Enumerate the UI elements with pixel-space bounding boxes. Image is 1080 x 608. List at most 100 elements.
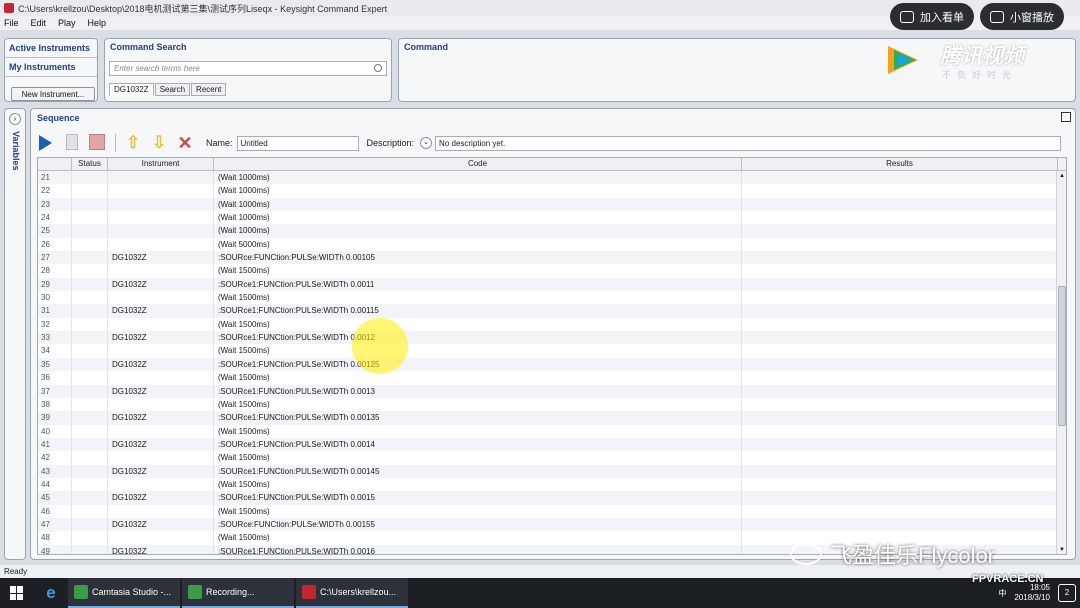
row-number: 36 <box>38 371 72 385</box>
row-status <box>72 544 108 554</box>
menu-file[interactable]: File <box>4 18 19 28</box>
vertical-scrollbar[interactable]: ▲ ▼ <box>1056 171 1066 554</box>
row-instrument: DG1032Z <box>108 491 214 505</box>
table-row[interactable]: 38 (Wait 1500ms) <box>38 397 1058 412</box>
table-row[interactable]: 25 (Wait 1000ms) <box>38 224 1058 238</box>
chevron-down-icon[interactable]: ⌄ <box>420 137 433 149</box>
table-row[interactable]: 44 (Wait 1500ms) <box>38 477 1058 492</box>
sequence-toolbar: ⇧ ⇩ ✕ Name: Untitled Description: ⌄ No d… <box>37 133 1062 153</box>
row-status <box>72 424 108 438</box>
table-row[interactable]: 46 (Wait 1500ms) <box>38 504 1058 518</box>
col-results[interactable]: Results <box>742 158 1058 170</box>
scroll-down-icon[interactable]: ▼ <box>1059 547 1065 553</box>
taskbar-item-command-expert[interactable]: C:\Users\krellzou... <box>296 578 408 608</box>
notification-icon[interactable]: 2 <box>1058 584 1076 602</box>
table-row[interactable]: 34 (Wait 1500ms) <box>38 344 1058 358</box>
row-code: (Wait 1000ms) <box>214 211 742 225</box>
delete-button[interactable]: ✕ <box>176 134 194 152</box>
table-row[interactable]: 36 (Wait 1500ms) <box>38 371 1058 385</box>
move-up-button[interactable]: ⇧ <box>124 134 142 152</box>
mini-player-label: 小窗播放 <box>1010 11 1054 24</box>
table-row[interactable]: 31 DG1032Z:SOURce1:FUNCtion:PULSe:WIDTh 0… <box>38 304 1058 318</box>
run-button[interactable] <box>37 134 55 152</box>
col-code[interactable]: Code <box>214 158 742 170</box>
scroll-thumb[interactable] <box>1058 286 1066 426</box>
row-number: 21 <box>38 171 72 185</box>
active-instruments-header[interactable]: Active Instruments <box>5 39 97 58</box>
row-code: (Wait 1000ms) <box>214 197 742 212</box>
add-to-list-button[interactable]: 加入看单 <box>890 3 974 30</box>
table-row[interactable]: 24 (Wait 1000ms) <box>38 211 1058 225</box>
taskbar-item-recording[interactable]: Recording... <box>182 578 294 608</box>
row-instrument <box>108 504 214 518</box>
table-row[interactable]: 26 (Wait 5000ms) <box>38 237 1058 252</box>
tab-search[interactable]: Search <box>154 83 191 96</box>
row-instrument <box>108 424 214 438</box>
table-row[interactable]: 43 DG1032Z:SOURce1:FUNCtion:PULSe:WIDTh 0… <box>38 464 1058 478</box>
table-row[interactable]: 32 (Wait 1500ms) <box>38 317 1058 332</box>
tab-dg1032z[interactable]: DG1032Z <box>109 83 154 96</box>
description-field[interactable]: No description yet. <box>435 135 1062 151</box>
mini-player-button[interactable]: 小窗播放 <box>980 3 1064 30</box>
row-number: 26 <box>38 237 72 252</box>
table-row[interactable]: 35 DG1032Z:SOURce1:FUNCtion:PULSe:WIDTh 0… <box>38 357 1058 372</box>
wechat-icon <box>790 543 822 565</box>
edge-icon[interactable]: e <box>34 583 68 603</box>
search-icon[interactable] <box>374 64 382 72</box>
play-icon <box>39 135 52 151</box>
expand-variables-icon[interactable]: › <box>9 113 21 125</box>
row-instrument <box>108 531 214 545</box>
table-row[interactable]: 22 (Wait 1000ms) <box>38 184 1058 198</box>
row-status <box>72 451 108 465</box>
table-row[interactable]: 47 DG1032Z:SOURce:FUNCtion:PULSe:WIDTh 0.… <box>38 517 1058 532</box>
table-row[interactable]: 41 DG1032Z:SOURce1:FUNCtion:PULSe:WIDTh 0… <box>38 437 1058 452</box>
row-status <box>72 411 108 425</box>
table-row[interactable]: 29 DG1032Z:SOURce1:FUNCtion:PULSe:WIDTh 0… <box>38 277 1058 292</box>
scroll-up-icon[interactable]: ▲ <box>1059 173 1065 179</box>
my-instruments-header[interactable]: My Instruments <box>5 58 97 77</box>
start-button[interactable] <box>0 578 34 608</box>
row-results <box>742 264 1058 278</box>
table-row[interactable]: 37 DG1032Z:SOURce1:FUNCtion:PULSe:WIDTh 0… <box>38 384 1058 398</box>
row-instrument: DG1032Z <box>108 384 214 398</box>
tab-recent[interactable]: Recent <box>191 83 227 96</box>
taskbar-item-camtasia[interactable]: Camtasia Studio -... <box>68 578 180 608</box>
new-instrument-button[interactable]: New Instrument... <box>11 87 95 101</box>
row-instrument: DG1032Z <box>108 357 214 372</box>
variables-label[interactable]: Variables <box>11 131 21 171</box>
table-row[interactable]: 21 (Wait 1000ms) <box>38 171 1058 185</box>
col-number[interactable] <box>38 158 72 170</box>
table-row[interactable]: 23 (Wait 1000ms) <box>38 197 1058 212</box>
row-instrument <box>108 224 214 238</box>
row-number: 27 <box>38 251 72 265</box>
col-status[interactable]: Status <box>72 158 108 170</box>
menu-edit[interactable]: Edit <box>31 18 47 28</box>
menu-help[interactable]: Help <box>88 18 107 28</box>
ime-indicator[interactable]: 中 <box>998 588 1006 599</box>
col-instrument[interactable]: Instrument <box>108 158 214 170</box>
search-input[interactable]: Enter search terms here <box>109 61 387 76</box>
table-row[interactable]: 33 DG1032Z:SOURce1:FUNCtion:PULSe:WIDTh 0… <box>38 331 1058 345</box>
name-field[interactable]: Untitled <box>236 135 359 151</box>
table-row[interactable]: 28 (Wait 1500ms) <box>38 264 1058 278</box>
table-row[interactable]: 27 DG1032Z:SOURce:FUNCtion:PULSe:WIDTh 0.… <box>38 251 1058 265</box>
table-row[interactable]: 42 (Wait 1500ms) <box>38 451 1058 465</box>
move-down-button[interactable]: ⇩ <box>150 134 168 152</box>
row-results <box>742 331 1058 345</box>
command-search-title: Command Search <box>110 42 187 52</box>
table-row[interactable]: 30 (Wait 1500ms) <box>38 291 1058 305</box>
row-instrument <box>108 317 214 332</box>
stop-button[interactable] <box>89 134 107 152</box>
row-code: :SOURce1:FUNCtion:PULSe:WIDTh 0.0015 <box>214 491 742 505</box>
row-code: :SOURce1:FUNCtion:PULSe:WIDTh 0.0014 <box>214 437 742 452</box>
clock[interactable]: 18:05 2018/3/10 <box>1014 583 1050 603</box>
sequence-title: Sequence <box>37 113 80 123</box>
popout-window-icon[interactable] <box>1061 112 1071 122</box>
row-status <box>72 211 108 225</box>
menu-play[interactable]: Play <box>58 18 76 28</box>
table-row[interactable]: 40 (Wait 1500ms) <box>38 424 1058 438</box>
table-row[interactable]: 39 DG1032Z:SOURce1:FUNCtion:PULSe:WIDTh 0… <box>38 411 1058 425</box>
table-row[interactable]: 45 DG1032Z:SOURce1:FUNCtion:PULSe:WIDTh 0… <box>38 491 1058 505</box>
step-button[interactable] <box>63 134 81 152</box>
row-instrument: DG1032Z <box>108 437 214 452</box>
